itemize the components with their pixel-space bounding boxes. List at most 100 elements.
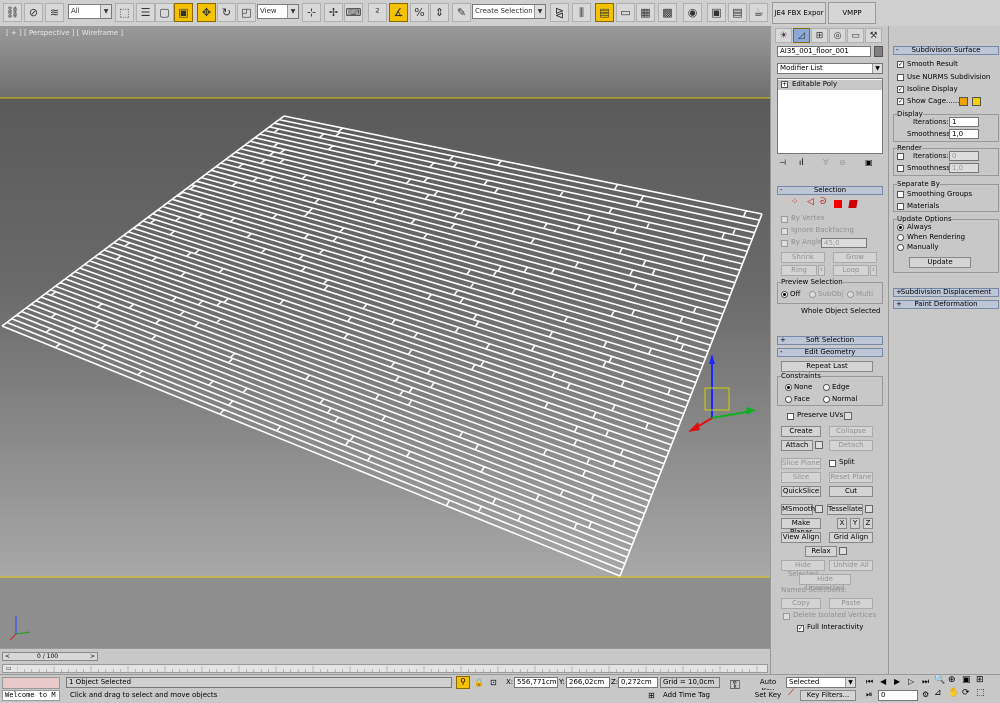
time-tag-icon[interactable]: ⊞	[648, 691, 655, 700]
grow-button[interactable]: Grow	[833, 252, 877, 263]
viewport-scene[interactable]	[0, 26, 770, 648]
set-key-button[interactable]: Set Key	[753, 690, 783, 701]
auto-key-selection-dropdown[interactable]: Selected ▼	[786, 677, 856, 688]
graphite-tools-icon[interactable]: ▭	[616, 3, 635, 22]
use-nurms-checkbox[interactable]	[897, 74, 904, 81]
render-smoothness-checkbox[interactable]	[897, 165, 904, 172]
pan-icon[interactable]: ✋	[948, 689, 959, 698]
hierarchy-tab-icon[interactable]: ⊞	[811, 28, 828, 43]
materials-checkbox[interactable]	[897, 203, 904, 210]
viewport-label[interactable]: [ + ] [ Perspective ] [ Wireframe ]	[6, 29, 123, 37]
selection-rollout-header[interactable]: - Selection	[777, 186, 883, 195]
loop-button[interactable]: Loop	[833, 265, 869, 276]
constraint-normal-radio[interactable]	[823, 396, 830, 403]
render-iterations-spinner[interactable]: 0	[949, 151, 979, 161]
configure-sets-icon[interactable]: ▣	[865, 158, 873, 167]
prev-frame-icon[interactable]: <	[5, 653, 10, 660]
reset-plane-button[interactable]: Reset Plane	[829, 472, 873, 483]
field-of-view-icon[interactable]: ⊿	[934, 689, 942, 698]
edit-geometry-rollout-header[interactable]: - Edit Geometry	[777, 348, 883, 357]
remove-modifier-icon[interactable]: ⊖	[839, 158, 846, 167]
slice-button[interactable]: Slice	[781, 472, 821, 483]
expand-icon[interactable]: +	[781, 81, 788, 88]
by-vertex-checkbox[interactable]	[781, 216, 788, 223]
maxscript-listener-mini[interactable]	[2, 677, 60, 689]
edit-named-selection-icon[interactable]: ✎	[452, 3, 471, 22]
x-coord-field[interactable]: 556,771cm	[514, 677, 558, 688]
copy-button[interactable]: Copy	[781, 598, 821, 609]
window-crossing-icon[interactable]: ▣	[174, 3, 193, 22]
relax-button[interactable]: Relax	[805, 546, 837, 557]
link-icon[interactable]: ⛓	[3, 3, 22, 22]
y-coord-field[interactable]: 266,02cm	[566, 677, 610, 688]
display-tab-icon[interactable]: ▭	[847, 28, 864, 43]
planar-z-button[interactable]: Z	[863, 518, 873, 529]
rendered-frame-window-icon[interactable]: ▤	[728, 3, 747, 22]
spinner-snap-icon[interactable]: ⇕	[430, 3, 449, 22]
ring-spinner[interactable]: ⇕	[818, 265, 825, 276]
attach-button[interactable]: Attach	[781, 440, 813, 451]
update-button[interactable]: Update	[909, 257, 971, 268]
delete-isolated-checkbox[interactable]	[783, 613, 790, 620]
add-time-tag-button[interactable]: Add Time Tag	[663, 691, 710, 700]
orbit-icon[interactable]: ⟳	[962, 689, 970, 698]
percent-snap-icon[interactable]: %	[410, 3, 429, 22]
absolute-mode-icon[interactable]: ⊡	[490, 678, 497, 687]
mini-curve-editor-icon[interactable]: ▭	[6, 665, 12, 672]
key-filters-button[interactable]: Key Filters...	[800, 690, 856, 701]
modifier-list-dropdown[interactable]: Modifier List ▼	[777, 63, 883, 74]
cage-selection-color-swatch[interactable]	[972, 97, 981, 106]
current-frame-field[interactable]: 0	[878, 690, 918, 701]
make-planar-button[interactable]: Make Planar	[781, 518, 821, 536]
rectangular-selection-icon[interactable]: ▢	[155, 3, 174, 22]
planar-x-button[interactable]: X	[837, 518, 847, 529]
msmooth-button[interactable]: MSmooth	[781, 504, 815, 515]
view-align-button[interactable]: View Align	[781, 532, 821, 543]
zoom-extents-all-icon[interactable]: ⊞	[976, 676, 984, 685]
named-selection-sets-dropdown[interactable]: Create Selection Se ▼	[472, 4, 546, 19]
render-smoothness-spinner[interactable]: 1,0	[949, 163, 979, 173]
unhide-all-button[interactable]: Unhide All	[829, 560, 873, 571]
previous-frame-icon[interactable]: ◀	[880, 677, 886, 686]
curve-editor-icon[interactable]: ▦	[636, 3, 655, 22]
shrink-button[interactable]: Shrink	[781, 252, 825, 263]
material-editor-icon[interactable]: ◉	[683, 3, 702, 22]
display-smoothness-spinner[interactable]: 1,0	[949, 129, 979, 139]
cage-color-swatch[interactable]	[959, 97, 968, 106]
attach-list-icon[interactable]	[815, 441, 823, 449]
zoom-extents-icon[interactable]: ▣	[962, 676, 971, 685]
ring-button[interactable]: Ring	[781, 265, 817, 276]
motion-tab-icon[interactable]: ◎	[829, 28, 846, 43]
key-icon[interactable]: ⚿	[730, 679, 740, 692]
paint-deformation-rollout-header[interactable]: + Paint Deformation	[893, 300, 999, 309]
keyboard-shortcut-icon[interactable]: ⌨	[344, 3, 363, 22]
update-when-rendering-radio[interactable]	[897, 234, 904, 241]
smoothing-groups-checkbox[interactable]	[897, 191, 904, 198]
snaps-toggle-icon[interactable]: ²	[368, 3, 387, 22]
by-angle-spinner[interactable]: 45,0	[821, 238, 867, 248]
layer-manager-icon[interactable]: ▤	[595, 3, 614, 22]
stack-item[interactable]: + Editable Poly	[778, 80, 882, 90]
selection-filter-dropdown[interactable]: All ▼	[68, 4, 112, 19]
cut-button[interactable]: Cut	[829, 486, 873, 497]
planar-y-button[interactable]: Y	[850, 518, 860, 529]
show-end-result-icon[interactable]: ıİ	[799, 158, 804, 167]
msmooth-settings-icon[interactable]	[815, 505, 823, 513]
pin-stack-icon[interactable]: ⊣	[779, 158, 786, 167]
loop-spinner[interactable]: ⇕	[870, 265, 877, 276]
isoline-display-checkbox[interactable]: ✓	[897, 86, 904, 93]
mirror-icon[interactable]: ⧎	[550, 3, 569, 22]
show-cage-checkbox[interactable]: ✓	[897, 98, 904, 105]
hide-unselected-button[interactable]: Hide Unselected	[799, 574, 851, 592]
preview-off-radio[interactable]	[781, 291, 788, 298]
paste-button[interactable]: Paste	[829, 598, 873, 609]
isolate-selection-icon[interactable]: ⚲	[456, 676, 470, 689]
constraint-none-radio[interactable]	[785, 384, 792, 391]
smooth-result-checkbox[interactable]: ✓	[897, 61, 904, 68]
select-by-name-icon[interactable]: ☰	[136, 3, 155, 22]
render-setup-icon[interactable]: ▣	[707, 3, 726, 22]
detach-button[interactable]: Detach	[829, 440, 873, 451]
tessellate-settings-icon[interactable]	[865, 505, 873, 513]
make-unique-icon[interactable]: ∀	[823, 158, 828, 167]
maximize-viewport-icon[interactable]: ⬚	[976, 689, 985, 698]
